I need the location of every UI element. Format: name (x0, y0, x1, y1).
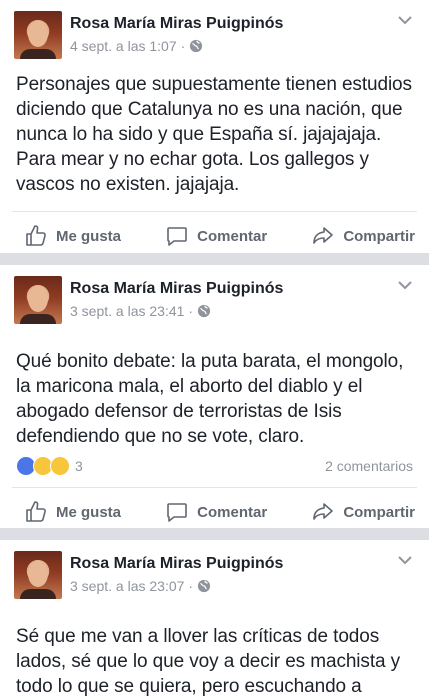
reaction-summary[interactable]: 3 (16, 456, 83, 476)
separator: · (180, 38, 186, 54)
reaction-count: 3 (75, 458, 83, 474)
post-date[interactable]: 3 sept. a las 23:07 (70, 578, 184, 594)
share-label: Compartir (343, 503, 415, 521)
post-header: Rosa María Miras Puigpinós 3 sept. a las… (0, 540, 429, 600)
author-name[interactable]: Rosa María Miras Puigpinós (70, 280, 283, 298)
author-name[interactable]: Rosa María Miras Puigpinós (70, 15, 283, 33)
post-header: Rosa María Miras Puigpinós 3 sept. a las… (0, 265, 429, 325)
post-3: Rosa María Miras Puigpinós 3 sept. a las… (0, 540, 429, 700)
post-2: Rosa María Miras Puigpinós 3 sept. a las… (0, 265, 429, 528)
chevron-down-icon[interactable] (397, 12, 413, 28)
post-date[interactable]: 3 sept. a las 23:41 (70, 303, 184, 319)
share-icon (313, 503, 334, 520)
post-text: Sé que me van a llover las críticas de t… (16, 626, 401, 697)
share-button[interactable]: Compartir (311, 500, 415, 524)
avatar[interactable] (14, 11, 62, 59)
comment-icon (167, 503, 187, 522)
separator: · (188, 578, 194, 594)
globe-icon (190, 39, 203, 53)
thumbs-up-icon (26, 501, 46, 522)
comment-button[interactable]: Comentar (165, 500, 267, 524)
action-bar: Me gusta Comentar Compartir (0, 212, 429, 260)
post-text: Personajes que supuestamente tienen estu… (16, 74, 412, 195)
post-meta: 3 sept. a las 23:07 · (70, 578, 211, 594)
comment-button[interactable]: Comentar (165, 224, 267, 248)
like-button[interactable]: Me gusta (24, 224, 121, 248)
post-text: Qué bonito debate: la puta barata, el mo… (16, 351, 404, 447)
like-button[interactable]: Me gusta (24, 500, 121, 524)
globe-icon (197, 579, 211, 593)
comment-count[interactable]: 2 comentarios (325, 458, 413, 474)
post-1: Rosa María Miras Puigpinós 4 sept. a las… (0, 0, 429, 253)
reactions-row: 3 2 comentarios (16, 453, 413, 479)
chevron-down-icon[interactable] (397, 277, 413, 293)
post-date[interactable]: 4 sept. a las 1:07 (70, 38, 177, 54)
thumbs-up-icon (26, 225, 46, 246)
like-label: Me gusta (56, 227, 122, 245)
share-button[interactable]: Compartir (311, 224, 415, 248)
comment-icon (167, 227, 187, 246)
comment-label: Comentar (197, 227, 268, 245)
post-meta: 3 sept. a las 23:41 · (70, 303, 211, 319)
avatar[interactable] (14, 551, 62, 599)
globe-icon (197, 304, 211, 318)
chevron-down-icon[interactable] (397, 552, 413, 568)
share-label: Compartir (343, 227, 415, 245)
post-header: Rosa María Miras Puigpinós 4 sept. a las… (0, 0, 429, 60)
post-meta: 4 sept. a las 1:07 · (70, 38, 203, 54)
like-label: Me gusta (56, 503, 122, 521)
comment-label: Comentar (197, 503, 268, 521)
separator: · (188, 303, 194, 319)
share-icon (313, 227, 334, 244)
action-bar: Me gusta Comentar Compartir (0, 488, 429, 536)
avatar[interactable] (14, 276, 62, 324)
author-name[interactable]: Rosa María Miras Puigpinós (70, 555, 283, 573)
wow-reaction-icon (50, 456, 70, 476)
